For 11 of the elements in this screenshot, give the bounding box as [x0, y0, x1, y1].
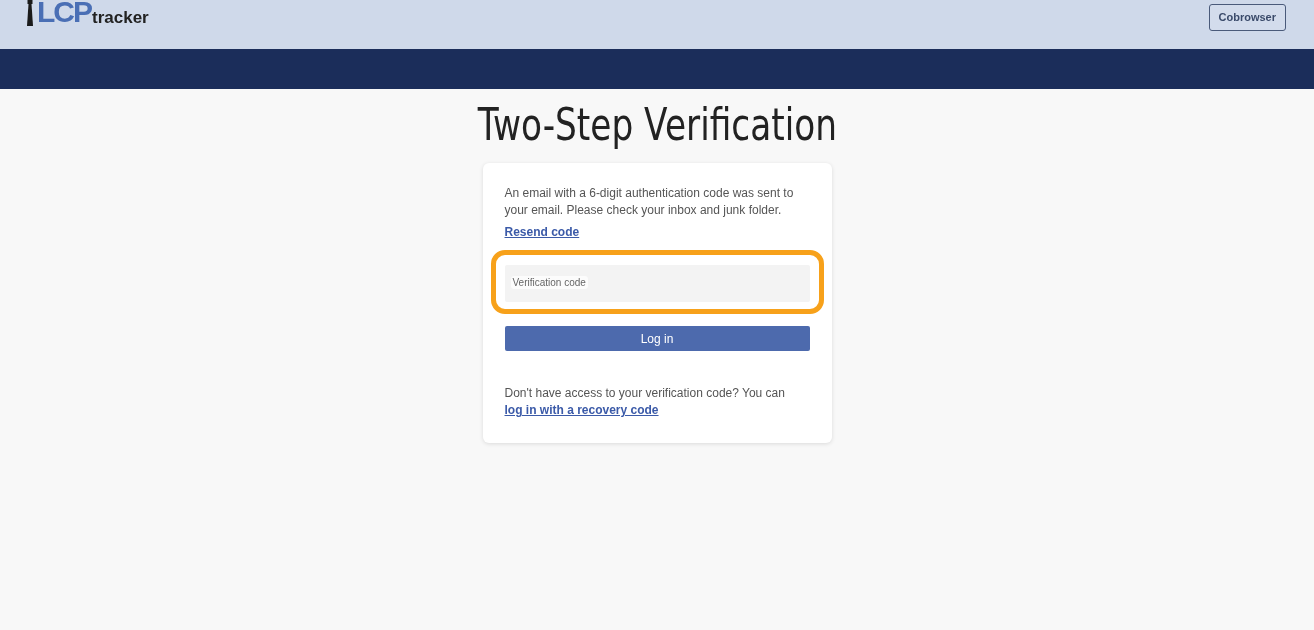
cobrowser-button[interactable]: Cobrowser: [1208, 4, 1286, 31]
instruction-text: An email with a 6-digit authentication code was sent to your email. Please check your inbox and junk folder.: [504, 185, 795, 219]
lighthouse-icon: [24, 0, 36, 26]
recovery-code-link[interactable]: log in with a recovery code: [504, 403, 659, 417]
page-title: Two-Step Verification: [477, 99, 837, 151]
recovery-text: Don't have access to your verification code? You can log in with a recovery code: [504, 385, 786, 419]
verification-code-field[interactable]: Verification code: [504, 265, 810, 302]
logo-mark: LCP: [37, 0, 91, 26]
resend-code-link[interactable]: Resend code: [504, 224, 580, 240]
log-in-button[interactable]: Log in: [504, 326, 810, 351]
logo-wordmark: tracker: [92, 9, 149, 27]
